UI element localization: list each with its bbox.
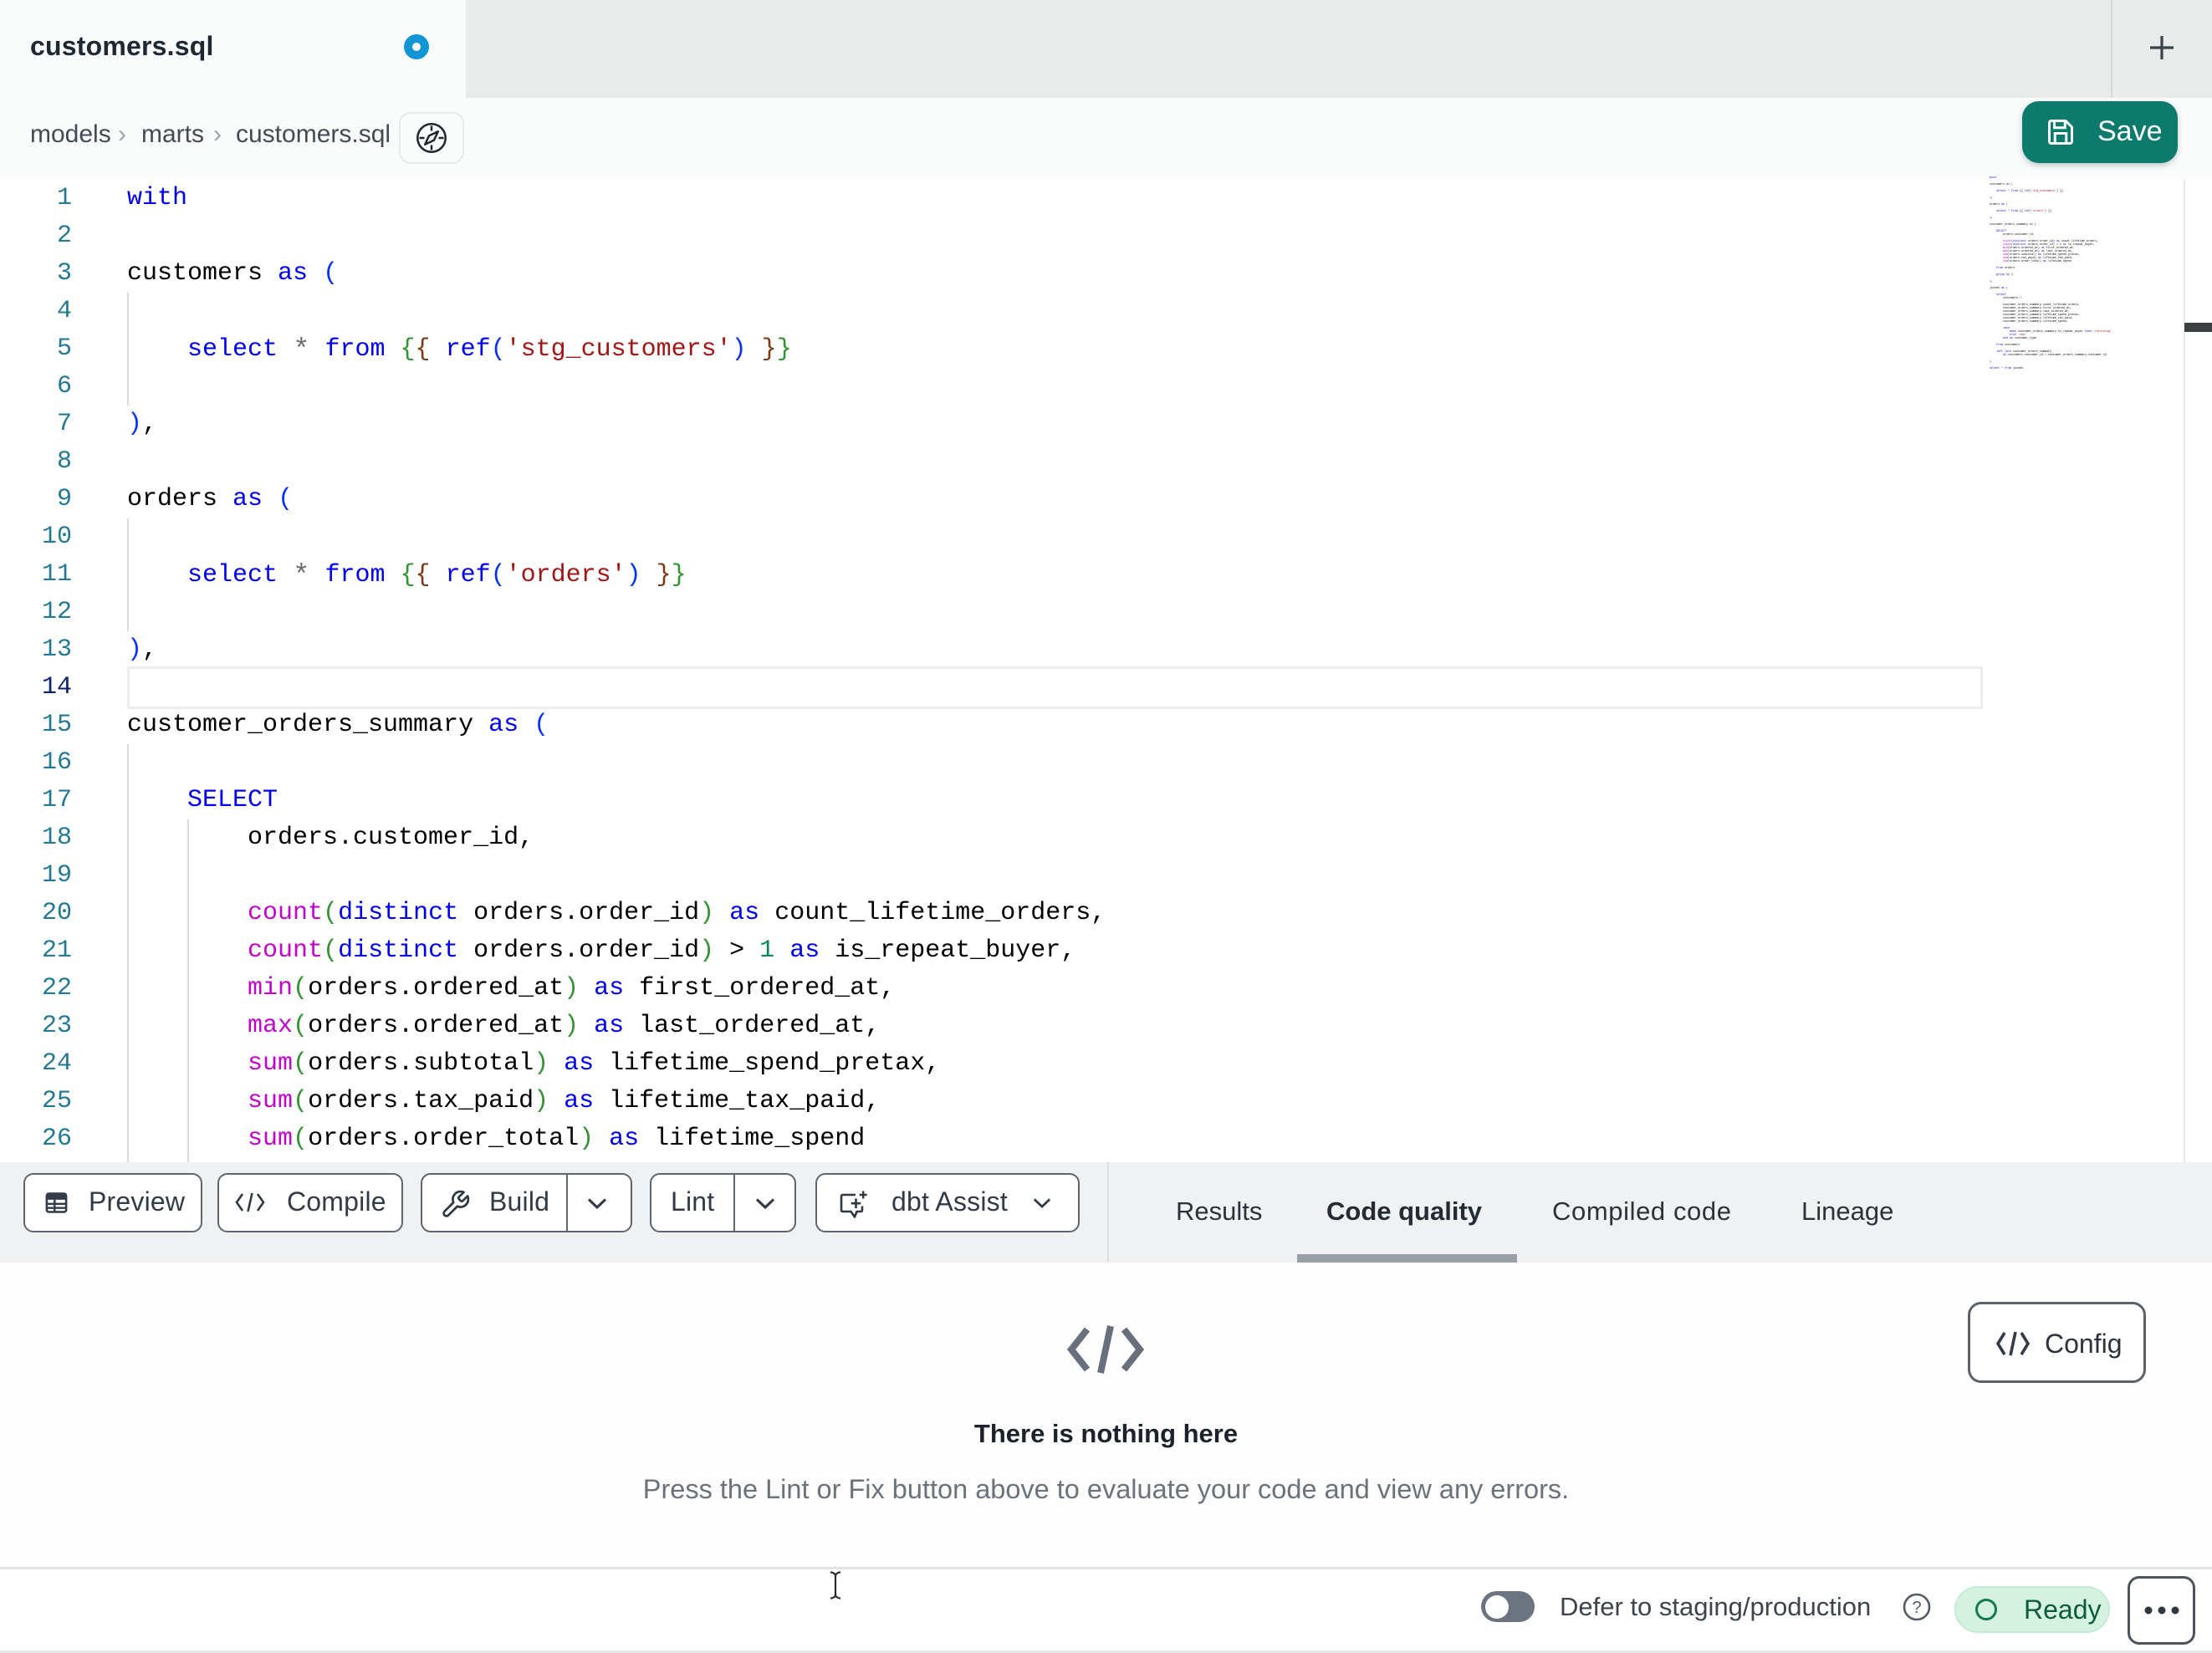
svg-text:?: ? <box>1912 1599 1921 1617</box>
